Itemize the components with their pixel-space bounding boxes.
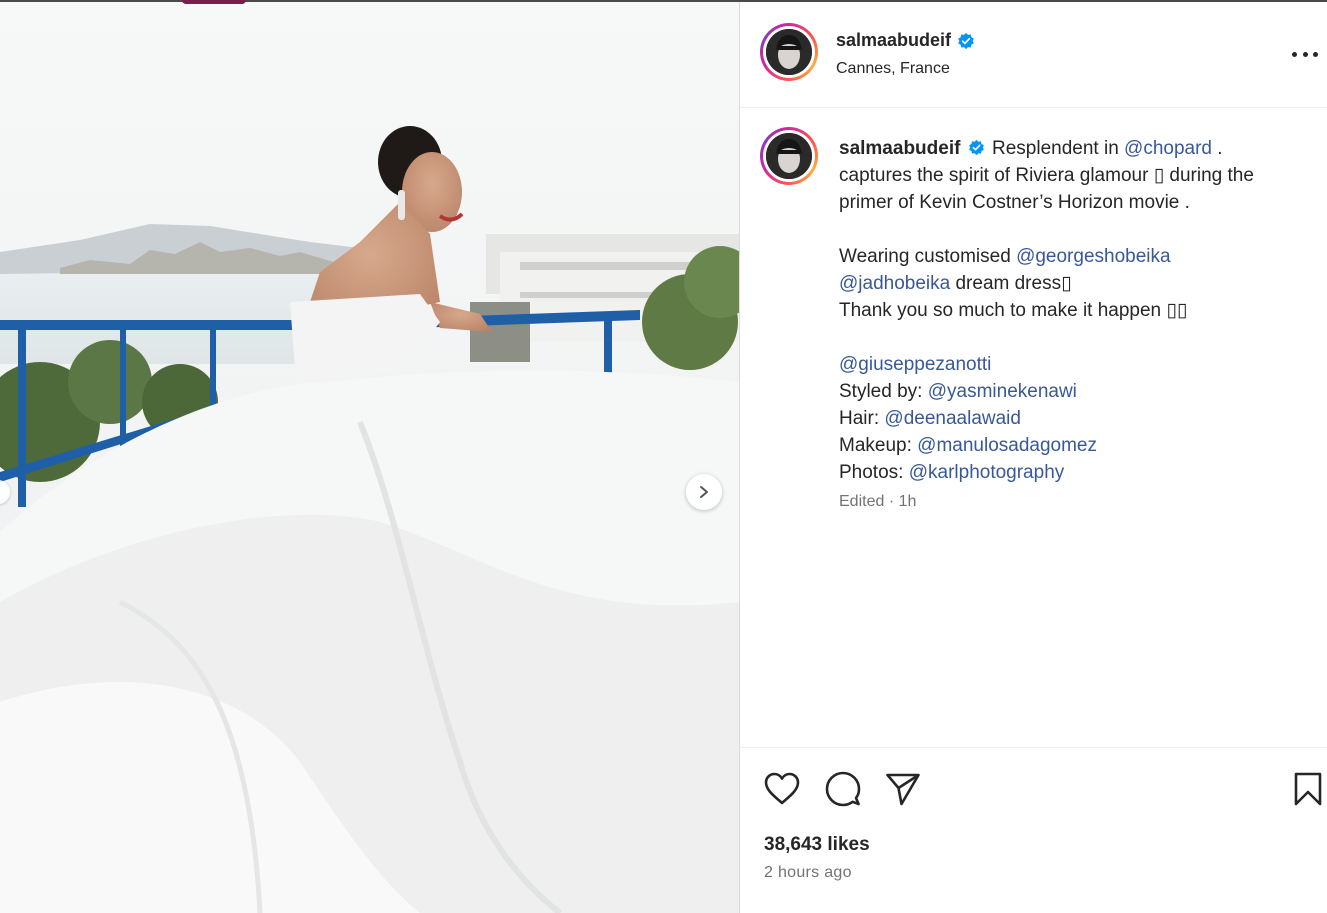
mention-link[interactable]: @jadhobeika bbox=[839, 273, 950, 294]
author-username[interactable]: salmaabudeif bbox=[836, 30, 951, 51]
post-header: salmaabudeif Cannes, France bbox=[740, 2, 1327, 108]
post-location[interactable]: Cannes, France bbox=[836, 60, 950, 78]
caption-text: Makeup: bbox=[839, 435, 918, 456]
caption-text: Resplendent in bbox=[992, 138, 1119, 159]
mention-link[interactable]: @karlphotography bbox=[909, 462, 1065, 483]
post-photo bbox=[0, 2, 739, 913]
heart-icon bbox=[764, 772, 800, 805]
verified-badge-icon bbox=[958, 32, 974, 49]
caption-author-avatar[interactable] bbox=[760, 127, 818, 185]
caption-text: Hair: bbox=[839, 408, 885, 429]
post-caption: salmaabudeif Resplendent in @chopard . c… bbox=[839, 135, 1309, 486]
mention-link[interactable]: @yasminekenawi bbox=[928, 381, 1077, 402]
caption-section: salmaabudeif Resplendent in @chopard . c… bbox=[740, 109, 1327, 747]
edited-timestamp: Edited · 1h bbox=[839, 493, 916, 511]
caption-text: . bbox=[1212, 138, 1223, 159]
edited-time[interactable]: 1h bbox=[899, 493, 917, 510]
bookmark-icon bbox=[1294, 772, 1322, 806]
post-details-panel: salmaabudeif Cannes, France salmaabudeif bbox=[739, 2, 1327, 913]
window-top-accent bbox=[182, 0, 246, 4]
caption-text: Thank you so much to make it happen ▯▯ bbox=[839, 300, 1188, 321]
next-image-button[interactable] bbox=[686, 474, 722, 510]
caption-username[interactable]: salmaabudeif bbox=[839, 138, 960, 159]
mention-link[interactable]: @georgeshobeika bbox=[1016, 246, 1171, 267]
likes-count[interactable]: 38,643 likes bbox=[764, 834, 870, 856]
post-media[interactable] bbox=[0, 2, 739, 913]
mention-link[interactable]: @deenaalawaid bbox=[884, 408, 1021, 429]
post-actions: 38,643 likes 2 hours ago bbox=[740, 747, 1327, 913]
post-time[interactable]: 2 hours ago bbox=[764, 864, 852, 882]
mention-link[interactable]: @giuseppezanotti bbox=[839, 354, 991, 375]
comment-button[interactable] bbox=[824, 770, 862, 808]
chevron-right-icon bbox=[700, 486, 708, 498]
caption-text: captures the spirit of Riviera glamour ▯… bbox=[839, 165, 1254, 186]
avatar-portrait bbox=[766, 133, 812, 179]
mention-link[interactable]: @manulosadagomez bbox=[917, 435, 1097, 456]
avatar-portrait bbox=[766, 29, 812, 75]
comment-bubble-icon bbox=[825, 771, 861, 807]
caption-text: Wearing customised bbox=[839, 246, 1011, 267]
paper-plane-icon bbox=[886, 773, 920, 806]
caption-text: primer of Kevin Costner’s Horizon movie … bbox=[839, 192, 1190, 213]
edited-label: Edited bbox=[839, 493, 885, 510]
edited-separator: · bbox=[884, 493, 899, 510]
caption-text: Photos: bbox=[839, 462, 909, 483]
caption-text: dream dress▯ bbox=[950, 273, 1072, 294]
caption-text: Styled by: bbox=[839, 381, 928, 402]
author-avatar[interactable] bbox=[760, 23, 818, 81]
more-options-icon[interactable] bbox=[1292, 44, 1318, 64]
share-button[interactable] bbox=[884, 770, 922, 808]
like-button[interactable] bbox=[763, 770, 801, 808]
verified-badge-icon bbox=[968, 139, 984, 156]
save-button[interactable] bbox=[1289, 770, 1327, 808]
mention-link[interactable]: @chopard bbox=[1124, 138, 1212, 159]
